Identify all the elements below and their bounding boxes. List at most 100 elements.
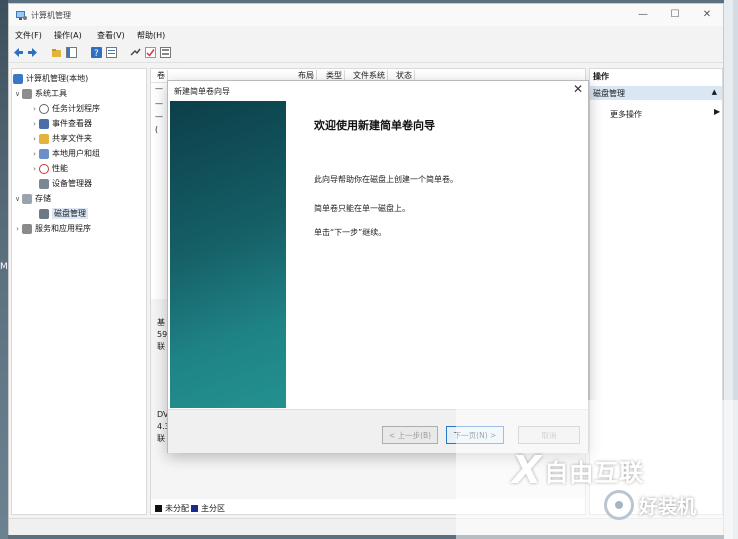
- menu-action[interactable]: 操作(A): [54, 30, 82, 41]
- chevron-right-icon[interactable]: ›: [13, 225, 22, 233]
- new-simple-volume-wizard: 新建简单卷向导 ✕ 欢迎使用新建简单卷向导 此向导帮助你在磁盘上创建一个简单卷。…: [167, 80, 589, 453]
- actions-section-label: 磁盘管理: [593, 89, 625, 98]
- tree-item-disk-management[interactable]: 磁盘管理: [39, 207, 88, 220]
- tree-item-system-tools-label: 系统工具: [35, 89, 67, 98]
- svg-text:?: ?: [94, 49, 99, 58]
- forward-icon[interactable]: [27, 47, 38, 58]
- chevron-right-icon[interactable]: ›: [30, 120, 39, 128]
- title-bar: 计算机管理 — ☐ ✕: [9, 4, 723, 26]
- chevron-right-icon[interactable]: ›: [30, 150, 39, 158]
- tree-item-performance[interactable]: › 性能: [30, 162, 68, 175]
- wizard-text-3: 单击“下一步”继续。: [314, 228, 387, 237]
- chevron-down-icon[interactable]: ∨: [13, 195, 22, 203]
- tree-root[interactable]: 计算机管理(本地): [13, 72, 88, 85]
- watermark-circle-logo: [604, 490, 634, 520]
- clock-icon: [39, 103, 49, 114]
- legend-primary: 主分区: [201, 504, 225, 513]
- tree-root-label: 计算机管理(本地): [26, 74, 89, 83]
- event-log-icon: [39, 118, 49, 129]
- actions-header: 操作: [593, 72, 609, 81]
- more-actions-link[interactable]: 更多操作: [610, 109, 642, 120]
- computer-icon: [13, 73, 23, 84]
- wizard-title: 新建简单卷向导: [174, 87, 230, 96]
- check-icon[interactable]: [145, 47, 156, 58]
- menu-view[interactable]: 查看(V): [97, 30, 125, 41]
- wizard-text-1: 此向导帮助你在磁盘上创建一个简单卷。: [314, 175, 458, 184]
- tree-item-task-scheduler-label: 任务计划程序: [52, 104, 100, 113]
- tree-item-services-label: 服务和应用程序: [35, 224, 91, 233]
- collapse-icon[interactable]: ▲: [712, 88, 717, 96]
- tree-item-performance-label: 性能: [52, 164, 68, 173]
- desktop-background-left: M: [0, 0, 8, 539]
- close-button[interactable]: ✕: [694, 7, 720, 23]
- primary-swatch: [191, 505, 198, 512]
- chevron-right-icon[interactable]: ›: [30, 135, 39, 143]
- performance-icon: [39, 163, 49, 174]
- services-icon: [22, 223, 32, 234]
- disk-icon: [39, 208, 49, 219]
- properties-icon[interactable]: [106, 47, 117, 58]
- disk0-label[interactable]: 基 59 联: [157, 317, 167, 353]
- tree-item-event-viewer-label: 事件查看器: [52, 119, 92, 128]
- wizard-close-icon[interactable]: ✕: [573, 82, 583, 96]
- submenu-arrow-icon: ▶: [714, 107, 721, 116]
- desktop-edge-letter: M: [0, 262, 8, 272]
- computer-management-icon: [16, 11, 27, 20]
- volume-row-fragment[interactable]: —: [155, 99, 163, 108]
- disk0-line-1: 基: [157, 318, 165, 327]
- tree-item-storage-label: 存储: [35, 194, 51, 203]
- minimize-button[interactable]: —: [630, 7, 656, 23]
- volume-row-fragment[interactable]: —: [155, 112, 163, 121]
- back-icon[interactable]: [13, 47, 24, 58]
- show-hide-tree-icon[interactable]: [66, 47, 77, 58]
- chevron-right-icon[interactable]: ›: [30, 105, 39, 113]
- actions-section-disk-management[interactable]: 磁盘管理 ▲: [590, 86, 722, 100]
- up-folder-icon[interactable]: [51, 47, 62, 58]
- tree-item-device-manager-label: 设备管理器: [52, 179, 92, 188]
- tree-item-task-scheduler[interactable]: › 任务计划程序: [30, 102, 100, 115]
- device-manager-icon: [39, 178, 49, 189]
- list-view-icon[interactable]: [160, 47, 171, 58]
- tree-item-services[interactable]: › 服务和应用程序: [13, 222, 91, 235]
- maximize-button[interactable]: ☐: [662, 7, 688, 23]
- volume-row-fragment[interactable]: (: [155, 125, 158, 134]
- legend-unallocated: 未分配: [165, 504, 189, 513]
- connect-icon[interactable]: [130, 47, 141, 58]
- window-title: 计算机管理: [31, 11, 71, 20]
- menu-file[interactable]: 文件(F): [15, 30, 42, 41]
- storage-icon: [22, 193, 32, 204]
- toolbar: ?: [9, 44, 723, 63]
- back-button[interactable]: < 上一步(B): [382, 426, 438, 444]
- tree-item-disk-management-label: 磁盘管理: [52, 208, 88, 219]
- watermark-brand-1: 自由互联: [544, 458, 645, 487]
- tree-item-device-manager[interactable]: 设备管理器: [39, 177, 92, 190]
- chevron-down-icon[interactable]: ∨: [13, 90, 22, 98]
- tools-icon: [22, 88, 32, 99]
- watermark-brand-2: 好装机: [639, 495, 697, 518]
- wizard-heading: 欢迎使用新建简单卷向导: [314, 119, 435, 132]
- help-icon[interactable]: ?: [91, 47, 102, 58]
- watermark-x-logo: X: [512, 448, 542, 492]
- chevron-right-icon[interactable]: ›: [30, 165, 39, 173]
- navigation-tree: 计算机管理(本地) ∨ 系统工具 › 任务计划程序 › 事件查看器 › 共享文件…: [11, 68, 147, 515]
- volume-row-fragment[interactable]: —: [155, 84, 163, 93]
- unallocated-swatch: [155, 505, 162, 512]
- disk0-line-3: 联: [157, 342, 165, 351]
- menu-help[interactable]: 帮助(H): [137, 30, 165, 41]
- tree-item-system-tools[interactable]: ∨ 系统工具: [13, 87, 67, 100]
- watermark-ziyouhulian: X 自由互联: [512, 448, 644, 492]
- watermark-haozhuangji: 好装机: [604, 490, 696, 520]
- tree-item-shared-folders-label: 共享文件夹: [52, 134, 92, 143]
- tree-item-event-viewer[interactable]: › 事件查看器: [30, 117, 92, 130]
- users-icon: [39, 148, 49, 159]
- disk-legend: 未分配 主分区: [153, 503, 225, 514]
- tree-item-local-users-label: 本地用户和组: [52, 149, 100, 158]
- disk0-line-2: 59: [157, 330, 168, 339]
- tree-item-shared-folders[interactable]: › 共享文件夹: [30, 132, 92, 145]
- wizard-text-2: 简单卷只能在单一磁盘上。: [314, 204, 410, 213]
- shared-folder-icon: [39, 133, 49, 144]
- tree-item-storage[interactable]: ∨ 存储: [13, 192, 51, 205]
- tree-item-local-users[interactable]: › 本地用户和组: [30, 147, 100, 160]
- menu-bar: 文件(F) 操作(A) 查看(V) 帮助(H): [9, 27, 723, 44]
- wizard-banner: [170, 101, 286, 408]
